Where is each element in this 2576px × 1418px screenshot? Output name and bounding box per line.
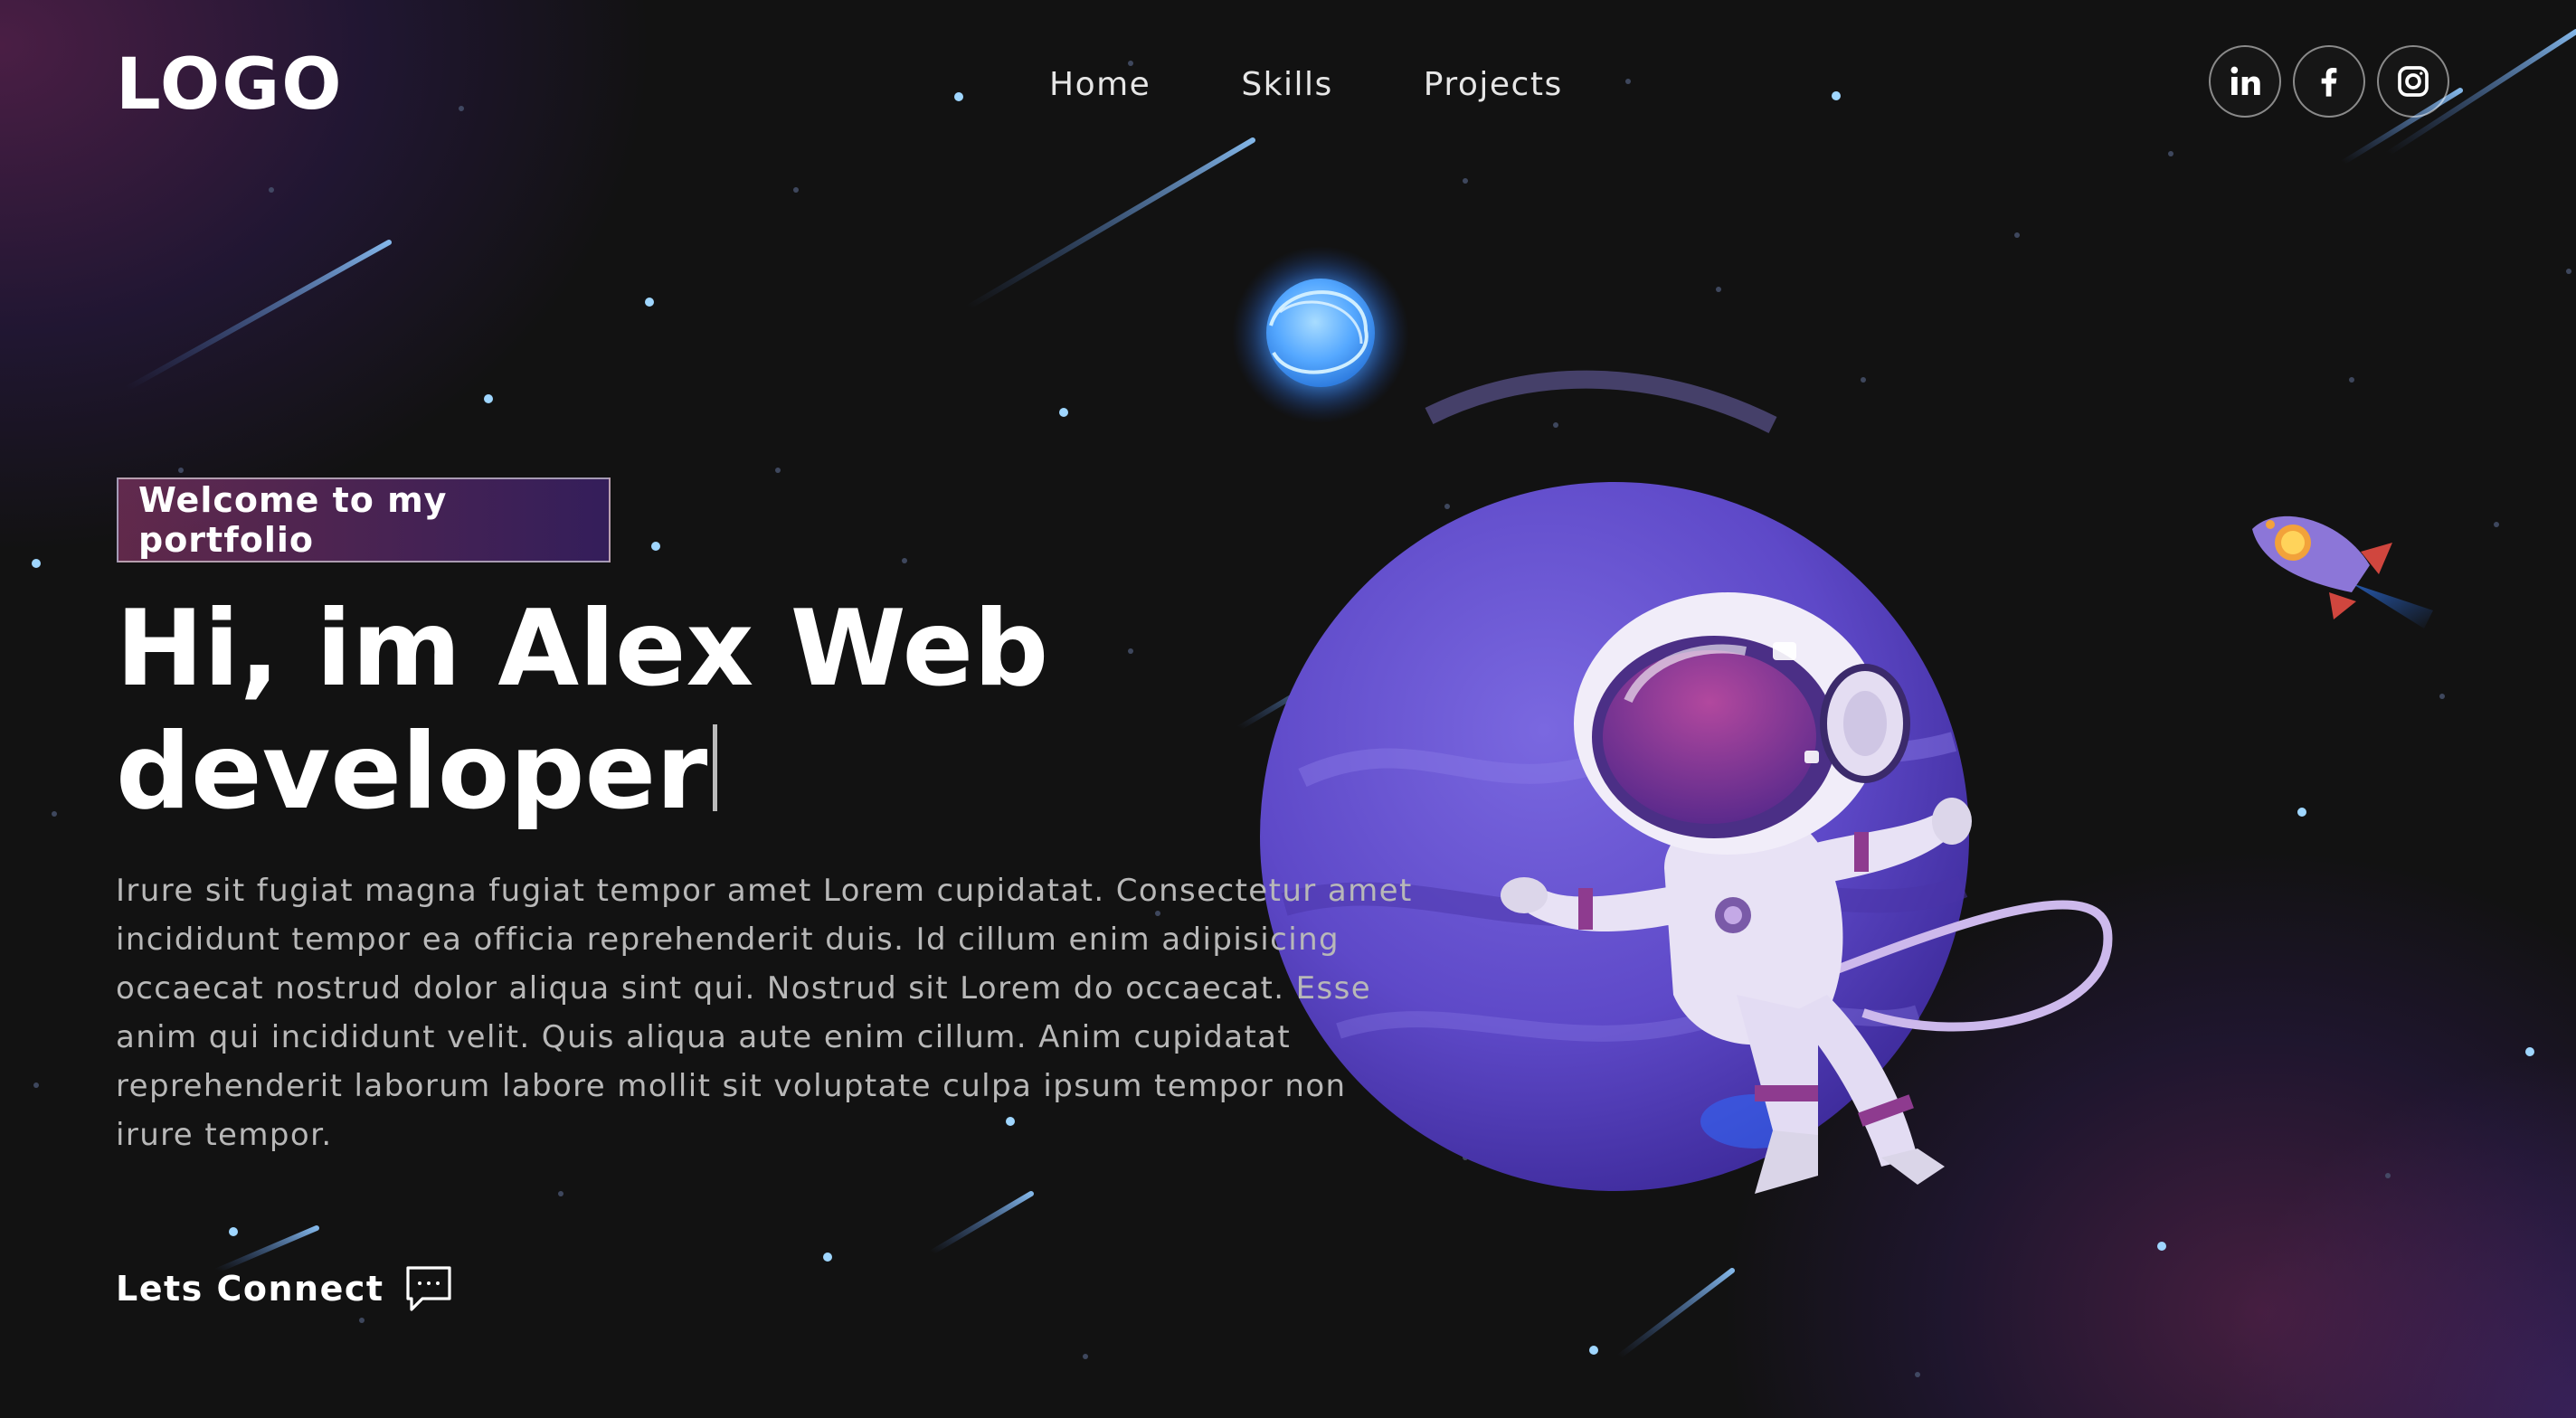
headline-line-1: Hi, im Alex Web [116, 588, 1049, 710]
nav-link-home[interactable]: Home [1049, 58, 1151, 112]
nav-link-projects[interactable]: Projects [1424, 58, 1563, 112]
linkedin-button[interactable] [2209, 45, 2281, 118]
rocket-illustration [2252, 515, 2433, 629]
social-links [2209, 45, 2449, 118]
facebook-button[interactable] [2293, 45, 2365, 118]
logo[interactable]: LOGO [116, 43, 344, 127]
hero-description: Irure sit fugiat magna fugiat tempor ame… [116, 873, 1413, 1153]
linkedin-icon [2230, 66, 2260, 95]
welcome-tagline: Welcome to my portfolio [117, 477, 611, 562]
facebook-icon [2321, 68, 2337, 97]
nav-links: Home Skills Projects [1004, 58, 1608, 112]
headline-line-2: developer [116, 711, 708, 833]
portfolio-page: LOGO Home Skills Projects Welcome to my … [0, 0, 2576, 1418]
lets-connect-button[interactable]: Lets Connect [116, 1264, 453, 1313]
instagram-button[interactable] [2377, 45, 2449, 118]
navbar: LOGO Home Skills Projects [0, 0, 2576, 172]
instagram-icon [2398, 66, 2429, 97]
nav-link-skills[interactable]: Skills [1241, 58, 1332, 112]
hero-headline: Hi, im Alex Web developer [116, 588, 1111, 834]
chat-bubble-icon [405, 1266, 451, 1311]
lets-connect-label: Lets Connect [116, 1269, 384, 1309]
typing-cursor [713, 724, 718, 811]
